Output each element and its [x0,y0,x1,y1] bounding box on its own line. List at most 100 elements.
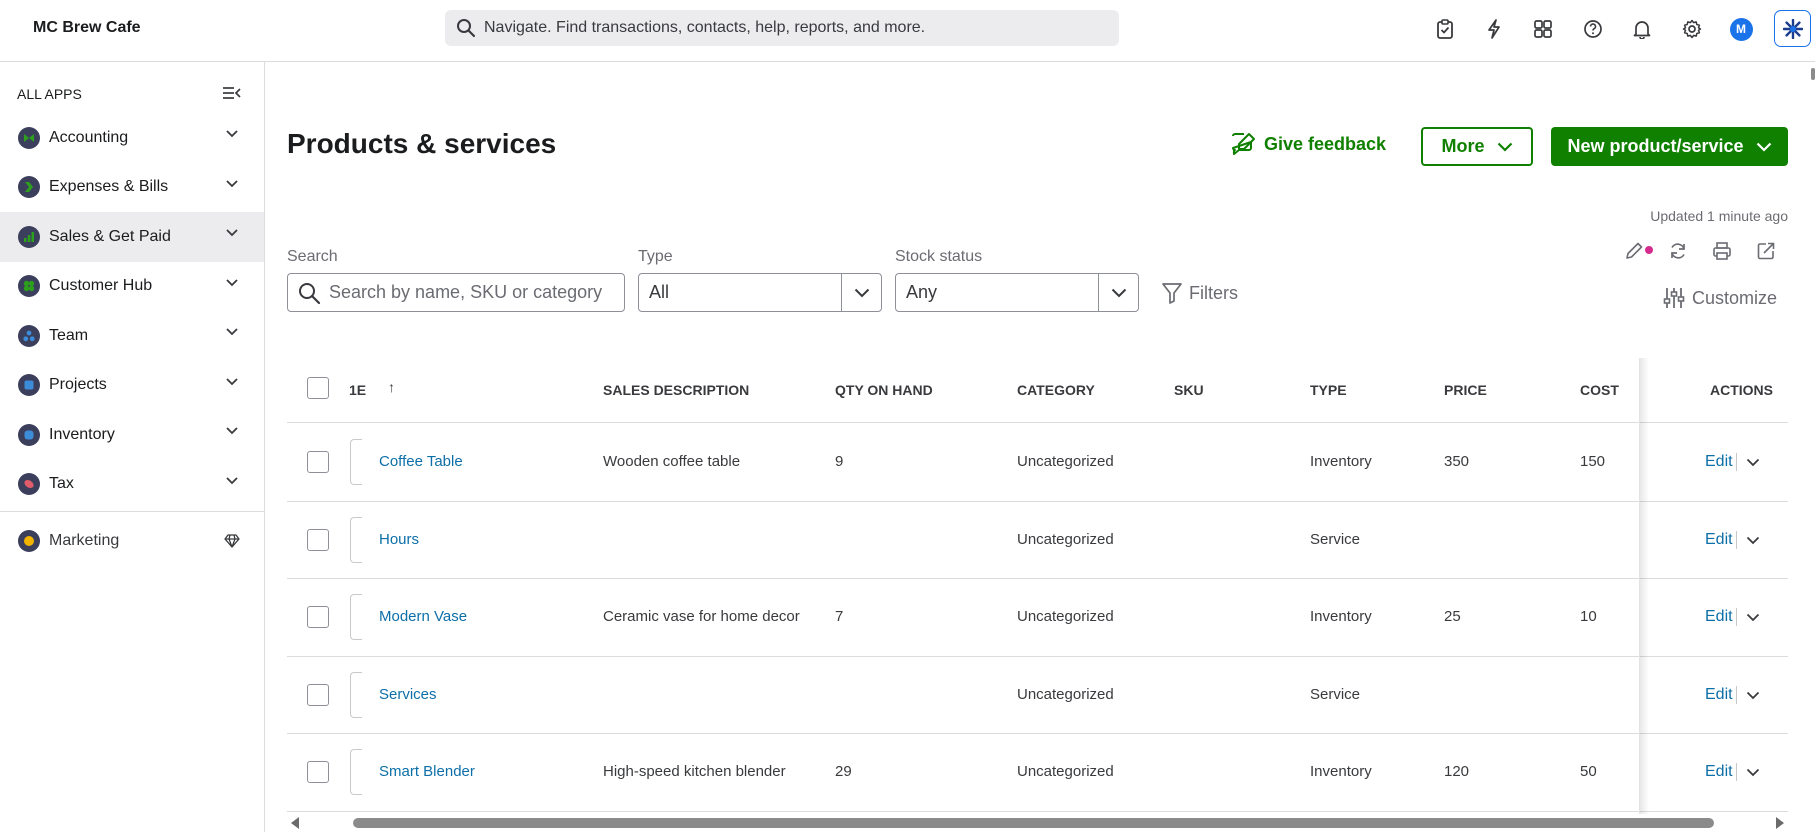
chevron-down-icon[interactable] [226,377,238,386]
company-name[interactable]: MC Brew Cafe [33,19,141,37]
select-all-checkbox[interactable] [307,377,329,399]
refresh-button[interactable] [1656,238,1700,264]
product-name-link[interactable]: Services [379,686,437,703]
customize-button[interactable]: Customize [1662,286,1777,310]
chevron-down-icon [1497,142,1512,152]
sidebar-item-projects[interactable]: Projects [0,361,264,411]
chevron-down-icon[interactable] [226,179,238,188]
clipboard-icon[interactable] [1420,11,1469,47]
row-checkbox[interactable] [307,528,329,551]
type-cell: Service [1310,530,1361,548]
all-apps-heading: ALL APPS [17,86,82,102]
more-button[interactable]: More [1421,127,1533,166]
expenses-bills-app-icon [18,176,40,199]
sidebar-divider [0,511,264,512]
product-image-placeholder[interactable] [350,516,362,563]
chevron-down-icon[interactable] [226,130,238,138]
filters-button[interactable]: Filters [1161,282,1238,304]
chevron-down-icon[interactable] [1746,458,1760,467]
qty-on-hand-cell: 9 [835,453,844,470]
funnel-icon [1162,283,1182,304]
column-header-sku[interactable]: SKU [1174,382,1204,398]
gear-icon[interactable] [1667,11,1716,47]
edit-link[interactable]: Edit [1705,453,1733,471]
scroll-right-icon[interactable] [1776,817,1784,829]
column-header-name[interactable]: 1E [349,382,366,398]
sidebar-item-inventory[interactable]: Inventory [0,410,264,460]
table-row[interactable]: Smart Blender High-speed kitchen blender 2… [287,734,1788,812]
edit-link[interactable]: Edit [1705,608,1733,626]
sidebar-item-accounting[interactable]: Accounting [0,113,264,163]
chevron-down-icon[interactable] [226,328,238,336]
edit-link[interactable]: Edit [1705,686,1733,704]
sidebar-item-sales-get-paid[interactable]: Sales & Get Paid [0,212,264,262]
export-button[interactable] [1744,238,1788,264]
product-name-link[interactable]: Smart Blender [379,763,475,780]
product-image-placeholder[interactable] [350,749,362,795]
search-icon [457,19,476,38]
sales-description-cell: Wooden coffee table [603,453,741,470]
chevron-down-icon [1756,142,1771,152]
chevron-down-icon[interactable] [1746,536,1760,545]
sidebar-item-customer-hub[interactable]: Customer Hub [0,262,264,312]
scroll-left-icon[interactable] [291,817,299,829]
column-header-price[interactable]: PRICE [1444,382,1487,398]
sidebar-item-marketing[interactable]: Marketing [0,518,264,564]
global-search-bar[interactable]: Navigate. Find transactions, contacts, h… [445,10,1119,46]
table-row[interactable]: Modern Vase Ceramic vase for home decor 7 U… [287,579,1788,657]
edit-link[interactable]: Edit [1705,531,1733,549]
ai-assistant-button[interactable] [1774,10,1811,47]
column-header-cost[interactable]: COST [1580,382,1619,398]
tax-app-icon [18,473,40,496]
table-row[interactable]: Coffee Table Wooden coffee table 9 Uncatego… [287,424,1788,502]
product-name-link[interactable]: Modern Vase [379,608,467,625]
avatar[interactable]: M [1716,11,1765,47]
apps-icon[interactable] [1519,11,1568,47]
vertical-scrollbar[interactable] [1811,62,1815,832]
edit-link[interactable]: Edit [1705,763,1733,781]
chevron-down-icon[interactable] [226,278,238,287]
product-name-link[interactable]: Hours [379,531,419,548]
bell-icon[interactable] [1618,11,1667,47]
chevron-down-icon[interactable] [226,427,238,435]
chevron-down-icon[interactable] [1746,613,1760,622]
sidebar-item-team[interactable]: Team [0,311,264,361]
help-icon[interactable] [1568,11,1617,47]
product-search-input[interactable] [329,282,609,303]
chevron-down-icon[interactable] [226,476,238,485]
horizontal-scrollbar[interactable] [287,814,1788,830]
chevron-down-icon[interactable] [1746,691,1760,700]
print-button[interactable] [1700,238,1744,264]
column-header-qty-on-hand[interactable]: QTY ON HAND [835,382,933,398]
row-checkbox[interactable] [307,606,329,628]
table-row[interactable]: Services Uncategorized Service Edit [287,657,1788,734]
stock-status-value: Any [906,282,938,302]
column-header-type[interactable]: TYPE [1310,382,1347,398]
filters-label: Filters [1189,282,1238,303]
table-row[interactable]: Hours Uncategorized Service Edit [287,502,1788,579]
sort-arrow-icon[interactable]: ↑ [388,379,395,395]
product-name-link[interactable]: Coffee Table [379,453,463,470]
column-header-sales-description[interactable]: SALES DESCRIPTION [603,382,749,398]
row-checkbox[interactable] [307,683,329,706]
column-header-category[interactable]: CATEGORY [1017,382,1095,398]
give-feedback-link[interactable]: Give feedback [1230,132,1386,156]
sidebar-item-tax[interactable]: Tax [0,460,264,510]
row-checkbox[interactable] [307,451,329,473]
vertical-scrollbar-thumb[interactable] [1811,68,1815,80]
product-image-placeholder[interactable] [350,439,362,485]
scrollbar-thumb[interactable] [353,818,1714,828]
stock-status-select[interactable]: Any [895,273,1139,312]
chevron-down-icon[interactable] [1746,768,1760,777]
product-image-placeholder[interactable] [350,594,362,640]
chevron-down-icon[interactable] [226,229,238,237]
collapse-sidebar-icon[interactable] [222,85,242,106]
row-checkbox[interactable] [307,761,329,783]
product-image-placeholder[interactable] [350,671,362,718]
sidebar-item-expenses-bills[interactable]: Expenses & Bills [0,163,264,213]
new-product-service-button[interactable]: New product/service [1551,127,1788,166]
product-search-field[interactable] [287,273,625,312]
type-select[interactable]: All [638,273,882,312]
batch-edit-button[interactable] [1612,238,1656,264]
lightning-icon[interactable] [1469,11,1518,47]
